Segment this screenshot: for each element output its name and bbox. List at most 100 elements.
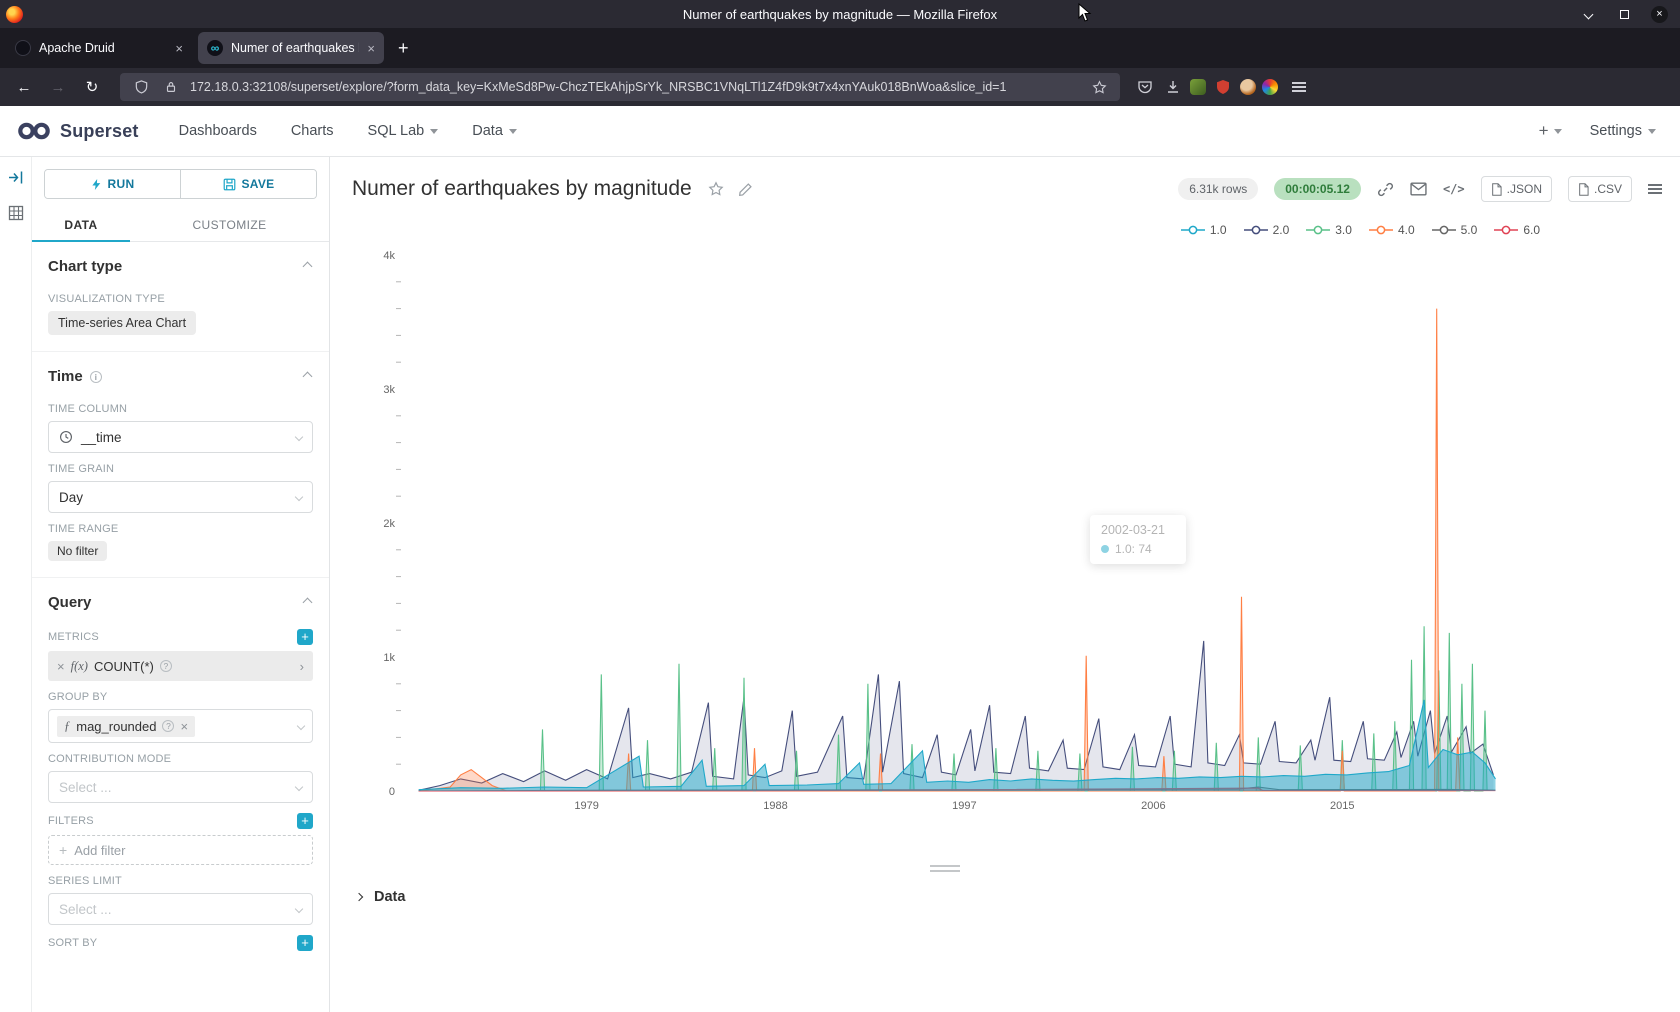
tab-customize[interactable]: CUSTOMIZE: [130, 209, 329, 241]
time-grain-select[interactable]: Day: [48, 481, 313, 513]
favorite-star-icon[interactable]: [708, 181, 724, 197]
legend-item[interactable]: 1.0: [1181, 223, 1227, 237]
export-json-button[interactable]: .JSON: [1481, 176, 1552, 202]
lightning-icon: [91, 178, 102, 191]
legend-item[interactable]: 5.0: [1432, 223, 1478, 237]
svg-text:1979: 1979: [574, 800, 598, 812]
download-icon[interactable]: [1162, 76, 1184, 98]
window-minimize-button[interactable]: [1579, 5, 1597, 23]
run-button[interactable]: RUN: [45, 170, 181, 198]
svg-text:1997: 1997: [952, 800, 976, 812]
svg-text:1k: 1k: [383, 652, 395, 664]
chart-area: Numer of earthquakes by magnitude 6.31k …: [330, 157, 1680, 1012]
chevron-down-icon: [295, 905, 303, 913]
nav-data[interactable]: Data: [472, 123, 517, 139]
chart-menu-icon[interactable]: [1648, 188, 1662, 190]
tab-label: Apache Druid: [39, 41, 167, 55]
time-column-select[interactable]: __time: [48, 421, 313, 453]
resize-handle[interactable]: [930, 865, 960, 875]
timeseries-chart[interactable]: 01k2k3k4k19791988199720062015: [376, 243, 1526, 825]
remove-groupby-icon[interactable]: ×: [180, 719, 188, 734]
legend-item[interactable]: 6.0: [1494, 223, 1540, 237]
file-icon: [1578, 183, 1589, 196]
window-maximize-button[interactable]: [1615, 5, 1633, 23]
embed-code-icon[interactable]: </>: [1443, 182, 1465, 196]
group-by-pill[interactable]: ƒ mag_rounded ? ×: [57, 716, 195, 737]
reload-button[interactable]: ↻: [78, 74, 106, 100]
ublock-extension-icon[interactable]: [1212, 76, 1234, 98]
placeholder-text: Select ...: [59, 902, 112, 917]
group-by-select[interactable]: ƒ mag_rounded ? ×: [48, 709, 313, 743]
contribution-mode-select[interactable]: Select ...: [48, 771, 313, 803]
share-link-icon[interactable]: [1377, 181, 1394, 198]
info-icon: ?: [162, 720, 174, 732]
settings-menu[interactable]: Settings: [1590, 123, 1656, 139]
time-range-chip[interactable]: No filter: [48, 541, 107, 561]
add-metric-button[interactable]: +: [297, 629, 313, 645]
caret-down-icon: [1554, 129, 1562, 134]
superset-logo[interactable]: Superset: [16, 120, 139, 142]
url-text: 172.18.0.3:32108/superset/explore/?form_…: [190, 80, 1080, 94]
time-column-label: TIME COLUMN: [48, 403, 313, 415]
caret-right-icon[interactable]: ›: [300, 659, 304, 674]
extension-icon-green[interactable]: [1190, 79, 1206, 95]
section-header[interactable]: Query: [48, 578, 313, 619]
legend-item[interactable]: 4.0: [1369, 223, 1415, 237]
extension-icon-avatar[interactable]: [1240, 79, 1256, 95]
lock-icon[interactable]: [160, 76, 182, 98]
data-panel-toggle[interactable]: Data: [356, 889, 405, 905]
firefox-icon: [6, 6, 23, 23]
tooltip-date: 2002-03-21: [1101, 523, 1175, 537]
chevron-down-icon: [297, 722, 305, 730]
sort-by-label: SORT BY: [48, 937, 97, 949]
tab-close-icon[interactable]: ×: [367, 41, 375, 56]
window-close-button[interactable]: ×: [1651, 6, 1668, 23]
export-csv-button[interactable]: .CSV: [1568, 176, 1632, 202]
caret-down-icon: [430, 129, 438, 134]
contribution-mode-label: CONTRIBUTION MODE: [48, 753, 313, 765]
forward-button[interactable]: →: [44, 74, 72, 100]
viz-type-chip[interactable]: Time-series Area Chart: [48, 311, 196, 335]
email-icon[interactable]: [1410, 182, 1427, 196]
nav-charts[interactable]: Charts: [291, 123, 334, 139]
chevron-down-icon: [295, 783, 303, 791]
edit-pencil-icon[interactable]: [738, 182, 753, 197]
svg-text:0: 0: [389, 786, 395, 798]
series-limit-select[interactable]: Select ...: [48, 893, 313, 925]
add-sort-by-button[interactable]: +: [297, 935, 313, 951]
browser-tab-bar: Apache Druid × ∞ Numer of earthquakes by…: [0, 28, 1680, 68]
tab-close-icon[interactable]: ×: [175, 41, 183, 56]
metric-pill[interactable]: × f(x) COUNT(*) ? ›: [48, 651, 313, 681]
back-button[interactable]: ←: [10, 74, 38, 100]
section-header[interactable]: Chart type: [48, 242, 313, 283]
dataset-grid-icon[interactable]: [8, 205, 24, 226]
chevron-up-icon: [303, 598, 313, 608]
pocket-icon[interactable]: [1134, 76, 1156, 98]
chart-title: Numer of earthquakes by magnitude: [352, 177, 692, 201]
section-header[interactable]: Time i: [48, 352, 313, 393]
filters-label: FILTERS: [48, 815, 94, 827]
caret-down-icon: [509, 129, 517, 134]
url-bar[interactable]: 172.18.0.3:32108/superset/explore/?form_…: [120, 73, 1120, 101]
nav-dashboards[interactable]: Dashboards: [179, 123, 257, 139]
info-icon: i: [90, 371, 102, 383]
add-filter-dropzone[interactable]: + Add filter: [48, 835, 313, 865]
new-tab-button[interactable]: +: [398, 38, 409, 59]
nav-sql-lab[interactable]: SQL Lab: [368, 123, 439, 139]
plus-icon: +: [59, 842, 67, 858]
legend-item[interactable]: 2.0: [1244, 223, 1290, 237]
chevron-down-icon: [295, 493, 303, 501]
bookmark-star-icon[interactable]: [1088, 76, 1110, 98]
add-filter-button[interactable]: +: [297, 813, 313, 829]
legend-item[interactable]: 3.0: [1306, 223, 1352, 237]
tab-data[interactable]: DATA: [32, 209, 130, 242]
browser-tab-druid[interactable]: Apache Druid ×: [6, 32, 192, 64]
save-button[interactable]: SAVE: [181, 170, 316, 198]
extension-icon-pinwheel[interactable]: [1262, 79, 1278, 95]
tracking-shield-icon[interactable]: [130, 76, 152, 98]
collapse-panel-icon[interactable]: [7, 169, 24, 191]
remove-metric-icon[interactable]: ×: [57, 659, 65, 674]
browser-tab-superset[interactable]: ∞ Numer of earthquakes by ×: [198, 32, 384, 64]
browser-menu-icon[interactable]: [1288, 76, 1310, 98]
new-item-button[interactable]: +: [1539, 121, 1562, 141]
